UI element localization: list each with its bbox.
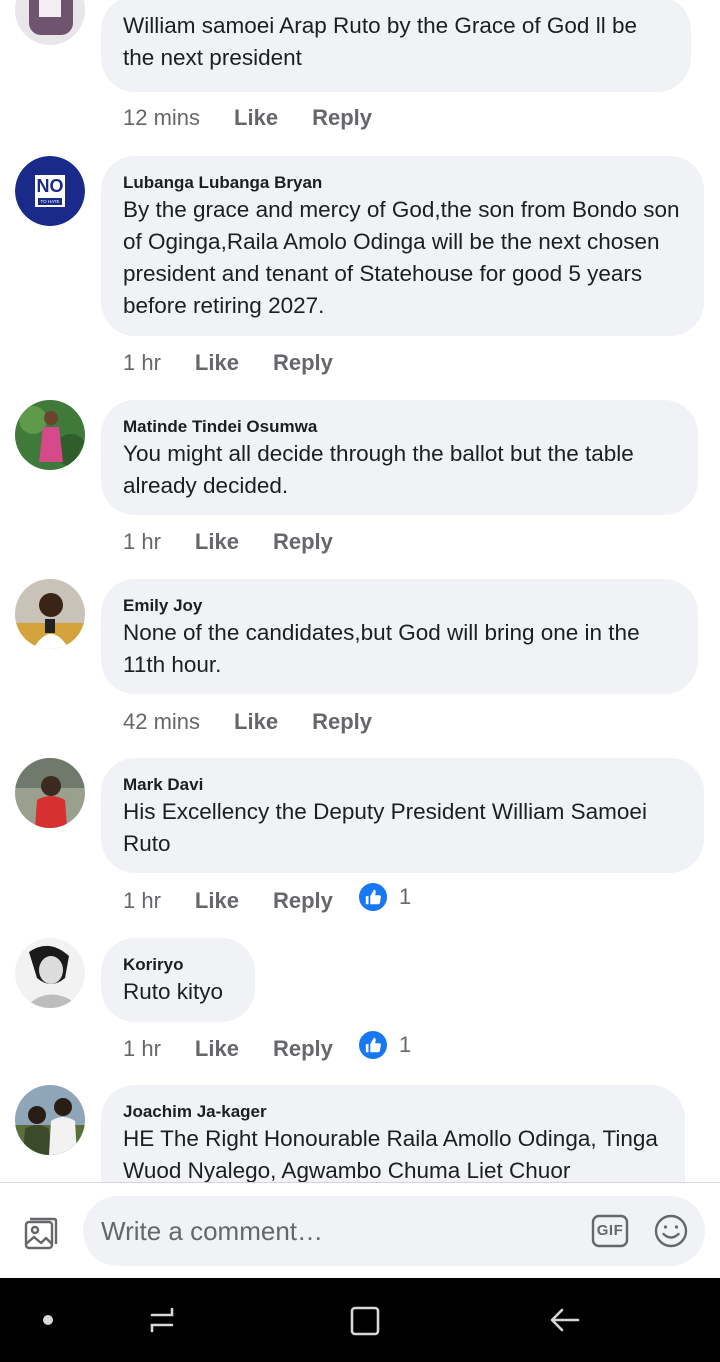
comment-bubble: Joachim Ja-kager HE The Right Honourable… xyxy=(101,1085,685,1182)
comment-author[interactable]: Joachim Ja-kager xyxy=(123,1101,663,1123)
gif-icon[interactable]: GIF xyxy=(591,1213,629,1254)
comments-feed: William samoei Arap Ruto by the Grace of… xyxy=(0,0,720,1182)
comment-text: His Excellency the Deputy President Will… xyxy=(123,799,647,856)
reply-button[interactable]: Reply xyxy=(273,1036,333,1062)
avatar-badge-text: NO xyxy=(36,176,64,196)
comment-text: William samoei Arap Ruto by the Grace of… xyxy=(123,13,637,70)
like-button[interactable]: Like xyxy=(195,529,239,555)
comment-composer: Write a comment… GIF xyxy=(0,1182,720,1278)
comment-text: You might all decide through the ballot … xyxy=(123,441,634,498)
gif-label: GIF xyxy=(596,1222,624,1239)
comment-time: 1 hr xyxy=(123,1036,161,1061)
avatar[interactable] xyxy=(15,0,85,45)
photo-icon[interactable] xyxy=(20,1213,60,1253)
reply-button[interactable]: Reply xyxy=(312,105,372,131)
comment-bubble: Lubanga Lubanga Bryan By the grace and m… xyxy=(101,156,704,336)
like-button[interactable]: Like xyxy=(195,888,239,914)
comment-time: 1 hr xyxy=(123,350,161,375)
comment-time: 12 mins xyxy=(123,105,201,130)
dot-icon[interactable] xyxy=(28,1300,68,1340)
avatar[interactable] xyxy=(15,758,85,828)
reaction-summary[interactable]: 1 xyxy=(357,1029,411,1061)
comment-time: 42 mins xyxy=(123,709,201,734)
comment-bubble: William samoei Arap Ruto by the Grace of… xyxy=(101,0,691,92)
thumbs-up-icon xyxy=(357,881,389,913)
avatar[interactable] xyxy=(15,938,85,1008)
comment-author[interactable]: Koriryo xyxy=(123,954,233,976)
reaction-count: 1 xyxy=(399,884,412,909)
avatar[interactable] xyxy=(15,579,85,649)
comment-bubble: Mark Davi His Excellency the Deputy Pres… xyxy=(101,758,704,873)
like-button[interactable]: Like xyxy=(195,1036,239,1062)
home-icon[interactable] xyxy=(344,1300,384,1340)
comment-author[interactable]: Lubanga Lubanga Bryan xyxy=(123,172,682,194)
like-button[interactable]: Like xyxy=(234,105,278,131)
comment-bubble: Koriryo Ruto kityo xyxy=(101,938,255,1022)
back-icon[interactable] xyxy=(545,1300,585,1340)
comment-bubble: Matinde Tindei Osumwa You might all deci… xyxy=(101,400,698,515)
recent-apps-icon[interactable] xyxy=(142,1300,182,1340)
comment-text: Ruto kityo xyxy=(123,979,224,1004)
like-button[interactable]: Like xyxy=(195,350,239,376)
system-navigation-bar xyxy=(0,1278,720,1362)
comment-author[interactable]: Mark Davi xyxy=(123,774,682,796)
avatar[interactable] xyxy=(15,1085,85,1155)
avatar[interactable] xyxy=(15,400,85,470)
comment-text: By the grace and mercy of God,the son fr… xyxy=(123,197,680,318)
comment-author[interactable]: Matinde Tindei Osumwa xyxy=(123,416,676,438)
comment-time: 1 hr xyxy=(123,888,161,913)
comment-input-placeholder: Write a comment… xyxy=(101,1216,324,1246)
reply-button[interactable]: Reply xyxy=(312,709,372,735)
comment-text: HE The Right Honourable Raila Amollo Odi… xyxy=(123,1126,658,1182)
emoji-icon[interactable] xyxy=(653,1213,689,1254)
avatar-badge-subtext: TO HATE xyxy=(40,199,60,204)
reply-button[interactable]: Reply xyxy=(273,350,333,376)
comment-author[interactable]: Emily Joy xyxy=(123,595,676,617)
reaction-summary[interactable]: 1 xyxy=(357,881,411,913)
avatar[interactable]: NO TO HATE xyxy=(15,156,85,226)
like-button[interactable]: Like xyxy=(234,709,278,735)
thumbs-up-icon xyxy=(357,1029,389,1061)
reply-button[interactable]: Reply xyxy=(273,888,333,914)
comment-input[interactable]: Write a comment… GIF xyxy=(83,1196,705,1266)
reply-button[interactable]: Reply xyxy=(273,529,333,555)
comment-bubble: Emily Joy None of the candidates,but God… xyxy=(101,579,698,694)
comment-time: 1 hr xyxy=(123,529,161,554)
comment-text: None of the candidates,but God will brin… xyxy=(123,620,640,677)
reaction-count: 1 xyxy=(399,1032,412,1057)
